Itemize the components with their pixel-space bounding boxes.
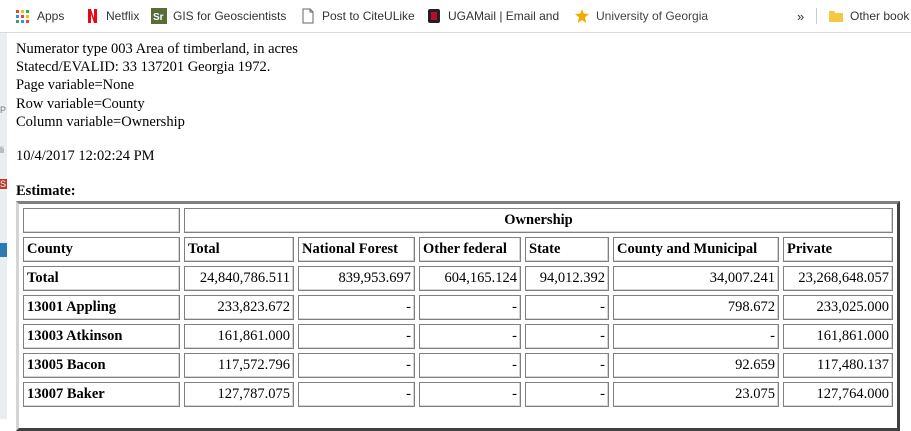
cell-county-municipal: 798.672 (613, 295, 779, 320)
edge-fragment: li (0, 145, 4, 155)
bookmark-apps[interactable]: Apps (16, 0, 64, 32)
cell-total: 24,840,786.511 (184, 266, 294, 291)
group-header-row: Ownership (23, 208, 893, 233)
bookmark-gis[interactable]: Sr GIS for Geoscientists (151, 0, 286, 32)
row-label: 13001 Appling (23, 295, 180, 320)
numerator-line: Numerator type 003 Area of timberland, i… (16, 41, 298, 57)
folder-icon (828, 8, 844, 24)
cell-national-forest: - (298, 295, 415, 320)
cell-state: - (525, 295, 609, 320)
cell-county-municipal: 34,007.241 (613, 266, 779, 291)
column-header-private: Private (783, 237, 893, 262)
bookmark-label: Post to CiteULike (322, 9, 415, 23)
bookmarks-overflow-button[interactable]: » (797, 0, 804, 32)
cell-state: 94,012.392 (525, 266, 609, 291)
bookmark-ugamail[interactable]: UGAMail | Email and (426, 0, 559, 32)
cell-private: 161,861.000 (783, 324, 893, 349)
cell-county-municipal: 23.075 (613, 382, 779, 407)
estimate-table: Ownership County Total National Forest O… (19, 204, 897, 411)
report-timestamp: 10/4/2017 12:02:24 PM (16, 148, 155, 164)
bookmarks-bar: Apps Netflix Sr GIS for Geoscientists Po… (0, 0, 911, 33)
cell-total: 117,572.796 (184, 353, 294, 378)
row-label: 13005 Bacon (23, 353, 180, 378)
cell-state: - (525, 353, 609, 378)
gis-logo-icon: Sr (151, 8, 167, 24)
column-header-national-forest: National Forest (298, 237, 415, 262)
bookmark-label: Other book (850, 9, 910, 23)
cell-state: - (525, 382, 609, 407)
row-label: Total (23, 266, 180, 291)
estimate-label: Estimate: (16, 183, 76, 199)
empty-corner-cell (23, 208, 180, 233)
column-header-other-federal: Other federal (419, 237, 521, 262)
background-window-edge: P li S (0, 33, 7, 419)
svg-text:Sr: Sr (153, 12, 164, 23)
table-row: 13003 Atkinson 161,861.000 - - - - 161,8… (23, 324, 893, 349)
cell-total: 233,823.672 (184, 295, 294, 320)
cell-private: 233,025.000 (783, 295, 893, 320)
cell-other-federal: - (419, 324, 521, 349)
column-variable-line: Column variable=Ownership (16, 113, 185, 130)
cell-state: - (525, 324, 609, 349)
chevron-double-right-icon: » (797, 8, 805, 24)
uga-shield-icon (426, 8, 442, 24)
row-variable-line: Row variable=County (16, 95, 145, 112)
edge-fragment: S (0, 179, 7, 189)
table-row: 13007 Baker 127,787.075 - - - 23.075 127… (23, 382, 893, 407)
cell-county-municipal: 92.659 (613, 353, 779, 378)
cell-national-forest: - (298, 382, 415, 407)
cell-county-municipal: - (613, 324, 779, 349)
edge-fragment: P (0, 105, 7, 115)
apps-grid-icon (16, 9, 29, 23)
column-header-county-municipal: County and Municipal (613, 237, 779, 262)
column-header-row: County Total National Forest Other feder… (23, 237, 893, 262)
bookmark-uga[interactable]: University of Georgia (574, 0, 708, 32)
column-header-county: County (23, 237, 180, 262)
column-header-state: State (525, 237, 609, 262)
cell-other-federal: - (419, 295, 521, 320)
bookmark-label: Netflix (106, 9, 140, 23)
bookmark-other[interactable]: Other book (828, 0, 909, 32)
page-icon (300, 8, 316, 24)
table-row: 13001 Appling 233,823.672 - - - 798.672 … (23, 295, 893, 320)
cell-private: 127,764.000 (783, 382, 893, 407)
cell-other-federal: - (419, 353, 521, 378)
table-row: 13005 Bacon 117,572.796 - - - 92.659 117… (23, 353, 893, 378)
evalid-line: Statecd/EVALID: 33 137201 Georgia 1972. (16, 59, 271, 76)
column-header-total: Total (184, 237, 294, 262)
cell-other-federal: 604,165.124 (419, 266, 521, 291)
cell-private: 23,268,648.057 (783, 266, 893, 291)
bookmark-citeulike[interactable]: Post to CiteULike (300, 0, 415, 32)
cell-national-forest: - (298, 324, 415, 349)
table-row: Total 24,840,786.511 839,953.697 604,165… (23, 266, 893, 291)
cell-private: 117,480.137 (783, 353, 893, 378)
estimate-table-frame: Ownership County Total National Forest O… (16, 201, 900, 431)
page-variable-line: Page variable=None (16, 77, 135, 94)
bookmark-label: University of Georgia (596, 9, 709, 23)
bookmark-label: GIS for Geoscientists (173, 9, 287, 23)
cell-other-federal: - (419, 382, 521, 407)
bookmark-label: Apps (37, 9, 65, 23)
bookmark-netflix[interactable]: Netflix (84, 0, 139, 32)
separator (816, 8, 817, 24)
cell-total: 127,787.075 (184, 382, 294, 407)
row-label: 13007 Baker (23, 382, 180, 407)
ownership-header: Ownership (184, 208, 893, 233)
star-icon (574, 8, 590, 24)
edge-fragment (0, 243, 7, 257)
cell-total: 161,861.000 (184, 324, 294, 349)
cell-national-forest: 839,953.697 (298, 266, 415, 291)
bookmark-label: UGAMail | Email and (448, 9, 560, 23)
row-label: 13003 Atkinson (23, 324, 180, 349)
report-header: Numerator type 003 Area of timberland, i… (16, 40, 298, 131)
cell-national-forest: - (298, 353, 415, 378)
netflix-icon (84, 8, 100, 24)
